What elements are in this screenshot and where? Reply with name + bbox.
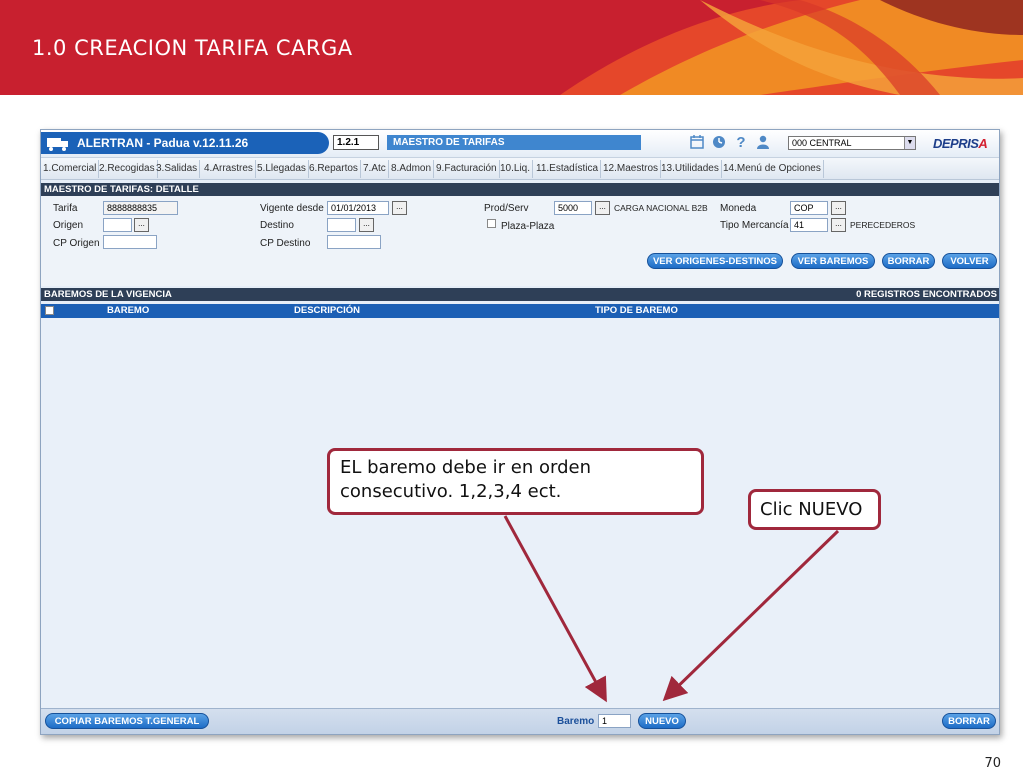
bottom-toolbar: COPIAR BAREMOS T.GENERAL Baremo 1 NUEVO … bbox=[41, 708, 999, 734]
alertran-window: ALERTRAN - Padua v.12.11.26 1.2.1 MAESTR… bbox=[40, 129, 1000, 735]
vigente-field[interactable]: 01/01/2013 bbox=[327, 201, 389, 215]
prodserv-description: CARGA NACIONAL B2B bbox=[614, 203, 708, 213]
module-code-field[interactable]: 1.2.1 bbox=[333, 135, 379, 150]
branch-select[interactable]: 000 CENTRAL ▼ bbox=[788, 136, 916, 150]
plaza-plaza-label: Plaza-Plaza bbox=[501, 221, 555, 232]
vigente-lookup-button[interactable]: ... bbox=[392, 201, 407, 215]
truck-icon bbox=[47, 138, 68, 151]
menu-item-opciones[interactable]: 14.Menú de Opciones bbox=[721, 160, 824, 178]
bottom-borrar-button[interactable]: BORRAR bbox=[942, 713, 996, 729]
detail-form: Tarifa 8888888835 Origen ... CP Origen V… bbox=[41, 196, 999, 286]
callout-orden: EL baremo debe ir en orden consecutivo. … bbox=[327, 448, 704, 515]
ver-baremos-button[interactable]: VER BAREMOS bbox=[791, 253, 875, 269]
tipo-mercancia-lookup-button[interactable]: ... bbox=[831, 218, 846, 232]
borrar-button[interactable]: BORRAR bbox=[882, 253, 935, 269]
tarifa-field[interactable]: 8888888835 bbox=[103, 201, 178, 215]
menu-item-liq[interactable]: 10.Liq. bbox=[498, 160, 534, 178]
destino-lookup-button[interactable]: ... bbox=[359, 218, 374, 232]
tipo-mercancia-description: PERECEDEROS bbox=[850, 220, 916, 230]
user-icon[interactable] bbox=[755, 135, 771, 151]
menu-item-estadistica[interactable]: 11.Estadística bbox=[534, 160, 602, 178]
volver-button[interactable]: VOLVER bbox=[942, 253, 997, 269]
deprisa-logo: DEPRISA bbox=[933, 136, 988, 151]
menu-item-atc[interactable]: 7.Atc bbox=[361, 160, 389, 178]
clock-icon[interactable] bbox=[711, 135, 727, 151]
vigente-label: Vigente desde bbox=[260, 203, 324, 214]
menu-item-utilidades[interactable]: 13.Utilidades bbox=[659, 160, 722, 178]
plaza-plaza-checkbox[interactable] bbox=[487, 219, 496, 228]
title-banner: 1.0 CREACION TARIFA CARGA bbox=[0, 0, 1023, 95]
module-title: MAESTRO DE TARIFAS bbox=[387, 135, 641, 150]
chevron-down-icon[interactable]: ▼ bbox=[904, 137, 915, 149]
app-name: ALERTRAN - Padua v.12.11.26 bbox=[77, 136, 249, 150]
tarifa-label: Tarifa bbox=[53, 203, 78, 214]
menu-item-admon[interactable]: 8.Admon bbox=[389, 160, 435, 178]
column-baremo[interactable]: BAREMO bbox=[107, 304, 149, 318]
moneda-label: Moneda bbox=[720, 203, 757, 214]
records-count: 0 REGISTROS ENCONTRADOS bbox=[856, 289, 997, 300]
column-tipo-baremo[interactable]: TIPO DE BAREMO bbox=[595, 304, 678, 318]
cp-origen-field[interactable] bbox=[103, 235, 157, 249]
menu-item-maestros[interactable]: 12.Maestros bbox=[601, 160, 662, 178]
baremos-header-title: BAREMOS DE LA VIGENCIA bbox=[44, 289, 172, 300]
menu-item-salidas[interactable]: 3.Salidas bbox=[154, 160, 201, 178]
detail-header: MAESTRO DE TARIFAS: DETALLE bbox=[41, 183, 999, 196]
menu-item-arrastres[interactable]: 4.Arrastres bbox=[202, 160, 256, 178]
menu-item-repartos[interactable]: 6.Repartos bbox=[307, 160, 361, 178]
cp-destino-field[interactable] bbox=[327, 235, 381, 249]
app-name-bar: ALERTRAN - Padua v.12.11.26 bbox=[41, 132, 329, 154]
origen-label: Origen bbox=[53, 220, 84, 231]
select-all-checkbox[interactable] bbox=[45, 306, 54, 315]
app-topbar: ALERTRAN - Padua v.12.11.26 1.2.1 MAESTR… bbox=[41, 130, 999, 158]
copiar-baremos-button[interactable]: COPIAR BAREMOS T.GENERAL bbox=[45, 713, 209, 729]
baremos-grid-header: BAREMO DESCRIPCIÓN TIPO DE BAREMO bbox=[41, 304, 999, 318]
prodserv-lookup-button[interactable]: ... bbox=[595, 201, 610, 215]
menu-item-recogidas[interactable]: 2.Recogidas bbox=[97, 160, 158, 178]
baremo-input[interactable]: 1 bbox=[598, 714, 631, 728]
destino-field[interactable] bbox=[327, 218, 356, 232]
branch-value: 000 CENTRAL bbox=[792, 138, 852, 148]
origen-field[interactable] bbox=[103, 218, 132, 232]
tipo-mercancia-label: Tipo Mercancía bbox=[720, 220, 789, 231]
main-menu: 1.Comercial 2.Recogidas 3.Salidas 4.Arra… bbox=[41, 158, 999, 180]
column-descripcion[interactable]: DESCRIPCIÓN bbox=[294, 304, 360, 318]
origen-lookup-button[interactable]: ... bbox=[134, 218, 149, 232]
menu-item-facturacion[interactable]: 9.Facturación bbox=[434, 160, 500, 178]
slide-title: 1.0 CREACION TARIFA CARGA bbox=[32, 36, 353, 60]
page-number: 70 bbox=[984, 756, 1001, 771]
moneda-lookup-button[interactable]: ... bbox=[831, 201, 846, 215]
slide: 1.0 CREACION TARIFA CARGA ALERTRAN - Pad… bbox=[0, 0, 1023, 783]
prodserv-field[interactable]: 5000 bbox=[554, 201, 592, 215]
logo-main: DEPRIS bbox=[933, 136, 979, 151]
help-icon[interactable]: ? bbox=[733, 135, 749, 151]
tipo-mercancia-field[interactable]: 41 bbox=[790, 218, 828, 232]
nuevo-button[interactable]: NUEVO bbox=[638, 713, 686, 729]
moneda-field[interactable]: COP bbox=[790, 201, 828, 215]
menu-item-comercial[interactable]: 1.Comercial bbox=[41, 160, 100, 178]
destino-label: Destino bbox=[260, 220, 294, 231]
baremo-label: Baremo bbox=[557, 716, 595, 727]
baremos-header: BAREMOS DE LA VIGENCIA 0 REGISTROS ENCON… bbox=[41, 288, 999, 301]
callout-nuevo: Clic NUEVO bbox=[748, 489, 881, 530]
ver-origenes-destinos-button[interactable]: VER ORIGENES-DESTINOS bbox=[647, 253, 783, 269]
cp-origen-label: CP Origen bbox=[53, 238, 100, 249]
prodserv-label: Prod/Serv bbox=[484, 203, 529, 214]
menu-item-llegadas[interactable]: 5.Llegadas bbox=[255, 160, 309, 178]
logo-accent: A bbox=[978, 136, 988, 151]
calendar-icon[interactable] bbox=[689, 135, 705, 151]
cp-destino-label: CP Destino bbox=[260, 238, 311, 249]
